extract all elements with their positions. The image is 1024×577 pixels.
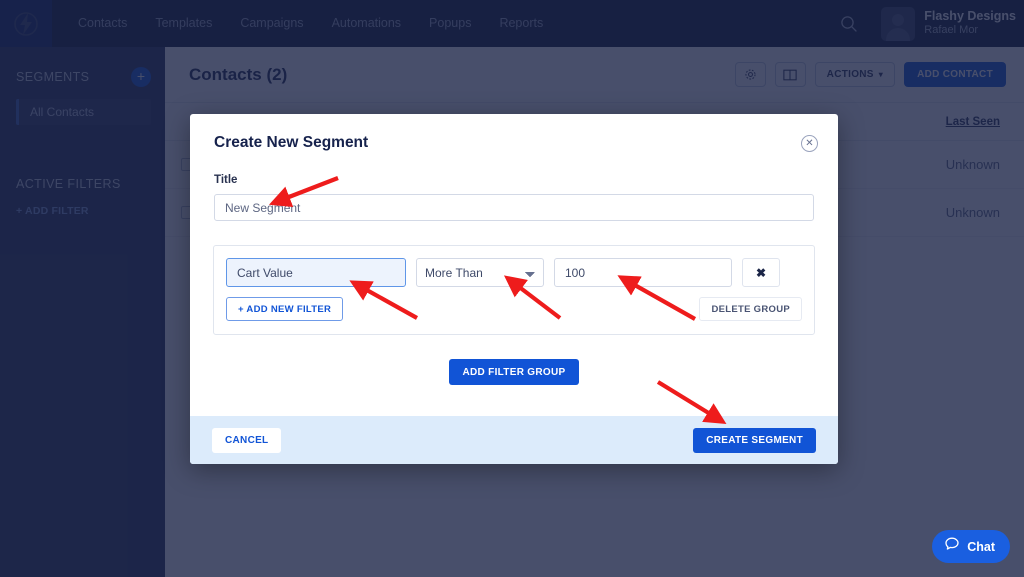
create-segment-button[interactable]: CREATE SEGMENT bbox=[693, 427, 816, 453]
remove-filter-button[interactable]: ✖ bbox=[742, 258, 780, 287]
create-segment-modal: Create New Segment ✕ Title More ThanLess… bbox=[190, 114, 838, 464]
add-filter-group-wrap: ADD FILTER GROUP bbox=[190, 359, 838, 385]
modal-header: Create New Segment ✕ bbox=[190, 114, 838, 152]
filter-value-input[interactable] bbox=[554, 258, 732, 287]
filter-group-actions: + ADD NEW FILTER DELETE GROUP bbox=[226, 297, 802, 321]
chat-widget[interactable]: Chat bbox=[932, 530, 1010, 563]
add-filter-group-button[interactable]: ADD FILTER GROUP bbox=[448, 359, 580, 385]
filter-operator-select[interactable]: More ThanLess ThanEqualsNot Equals bbox=[416, 258, 544, 287]
delete-group-button[interactable]: DELETE GROUP bbox=[699, 297, 802, 321]
close-icon[interactable]: ✕ bbox=[801, 135, 818, 152]
chat-bubble-icon bbox=[944, 536, 960, 557]
add-new-filter-button[interactable]: + ADD NEW FILTER bbox=[226, 297, 344, 321]
chat-label: Chat bbox=[967, 539, 995, 554]
filter-row: More ThanLess ThanEqualsNot Equals ✖ bbox=[226, 258, 802, 287]
modal-footer: CANCEL CREATE SEGMENT bbox=[190, 416, 838, 464]
filter-field-input[interactable] bbox=[226, 258, 406, 287]
cancel-button[interactable]: CANCEL bbox=[212, 427, 282, 453]
title-field-label: Title bbox=[214, 174, 238, 186]
filter-group: More ThanLess ThanEqualsNot Equals ✖ + A… bbox=[213, 245, 815, 335]
modal-title: Create New Segment bbox=[214, 134, 369, 151]
segment-title-input[interactable] bbox=[214, 194, 814, 221]
